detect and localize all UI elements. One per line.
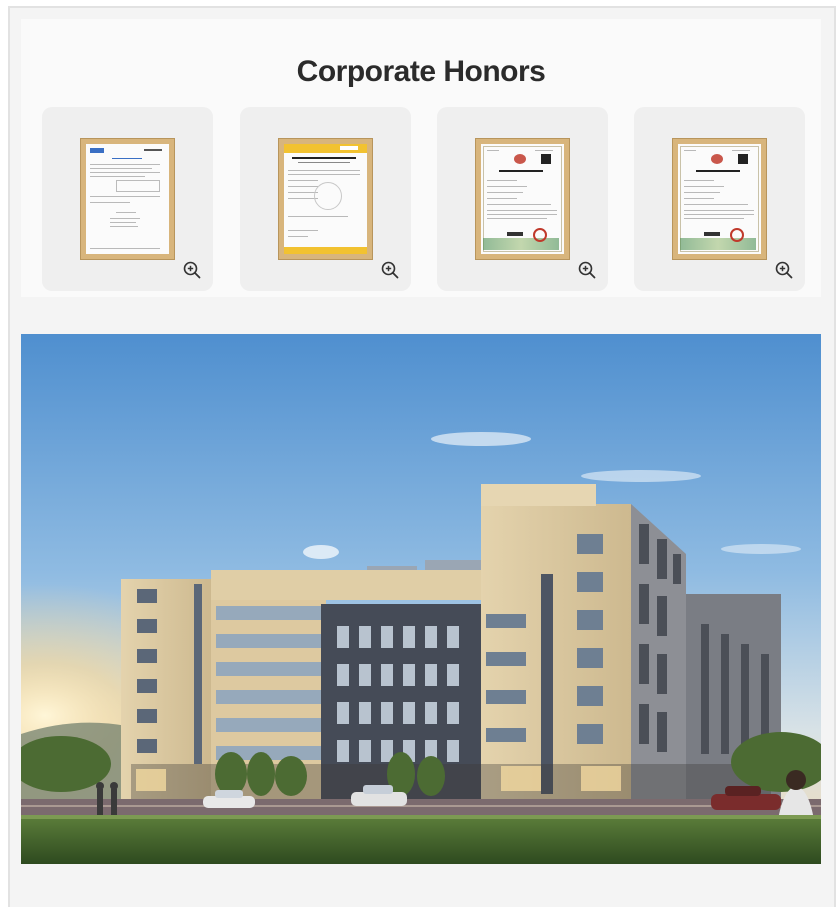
building-illustration — [21, 334, 821, 864]
zoom-in-icon[interactable] — [381, 261, 399, 279]
zoom-in-icon[interactable] — [775, 261, 793, 279]
certificate-thumbnail[interactable] — [278, 138, 373, 260]
section-title: Corporate Honors — [296, 55, 546, 88]
certificate-thumbnail[interactable] — [475, 138, 570, 260]
company-building-image — [21, 334, 821, 864]
certificate-card[interactable] — [240, 107, 411, 291]
certificate-thumbnail[interactable] — [80, 138, 175, 260]
zoom-in-icon[interactable] — [578, 261, 596, 279]
certificate-card[interactable] — [42, 107, 213, 291]
certificate-card[interactable] — [634, 107, 805, 291]
certificate-card[interactable] — [437, 107, 608, 291]
certificate-thumbnail[interactable] — [672, 138, 767, 260]
zoom-in-icon[interactable] — [183, 261, 201, 279]
corporate-honors-section: Corporate Honors — [21, 19, 821, 297]
